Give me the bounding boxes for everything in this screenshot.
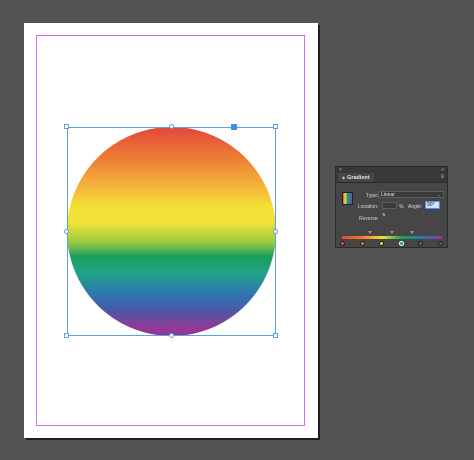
gradient-stop[interactable] — [359, 241, 365, 246]
gradient-stop[interactable] — [340, 241, 345, 246]
percent-label: % — [399, 204, 404, 210]
handle-left-center[interactable] — [64, 229, 69, 234]
handle-bottom-center[interactable] — [169, 333, 174, 338]
panel-tab-row: ◆ Gradient ≡ — [336, 173, 447, 183]
gradient-swatch[interactable] — [342, 192, 353, 205]
handle-bottom-right[interactable] — [273, 333, 278, 338]
tab-gradient-label: Gradient — [347, 175, 370, 181]
angle-label: Angle: — [408, 204, 423, 210]
handle-bottom-left[interactable] — [64, 333, 69, 338]
selection-bounding-box[interactable] — [67, 127, 276, 336]
handle-top-left[interactable] — [64, 124, 69, 129]
midpoint-marker[interactable] — [390, 231, 394, 234]
handle-right-center[interactable] — [273, 229, 278, 234]
location-input[interactable] — [382, 202, 397, 209]
type-label: Type: — [366, 193, 379, 199]
type-select[interactable]: Linear ⌄ — [378, 191, 444, 198]
location-label: Location: — [358, 204, 379, 210]
handle-top-right[interactable] — [273, 124, 278, 129]
tab-gradient[interactable]: ◆ Gradient — [338, 173, 374, 182]
handle-top-center[interactable] — [169, 124, 174, 129]
reverse-label: Reverse — [359, 216, 378, 222]
midpoint-marker[interactable] — [410, 231, 414, 234]
tab-diamond-icon: ◆ — [342, 175, 346, 180]
gradient-ramp[interactable] — [342, 236, 442, 239]
gradient-stop[interactable] — [418, 241, 424, 246]
midpoint-marker[interactable] — [368, 231, 372, 234]
type-select-value: Linear — [381, 192, 395, 198]
content-grabber-handle[interactable] — [231, 124, 237, 130]
reverse-gradient-icon[interactable]: ⇅ — [382, 213, 391, 221]
gradient-panel: × » ◆ Gradient ≡ Type: Linear ⌄ Location:… — [335, 166, 448, 248]
gradient-stop[interactable] — [398, 241, 404, 246]
chevron-down-icon: ⌄ — [437, 192, 441, 197]
panel-menu-icon[interactable]: ≡ — [440, 174, 444, 181]
gradient-stop[interactable] — [379, 241, 385, 246]
angle-input[interactable]: 90° — [425, 201, 440, 209]
gradient-stop[interactable] — [438, 241, 443, 246]
